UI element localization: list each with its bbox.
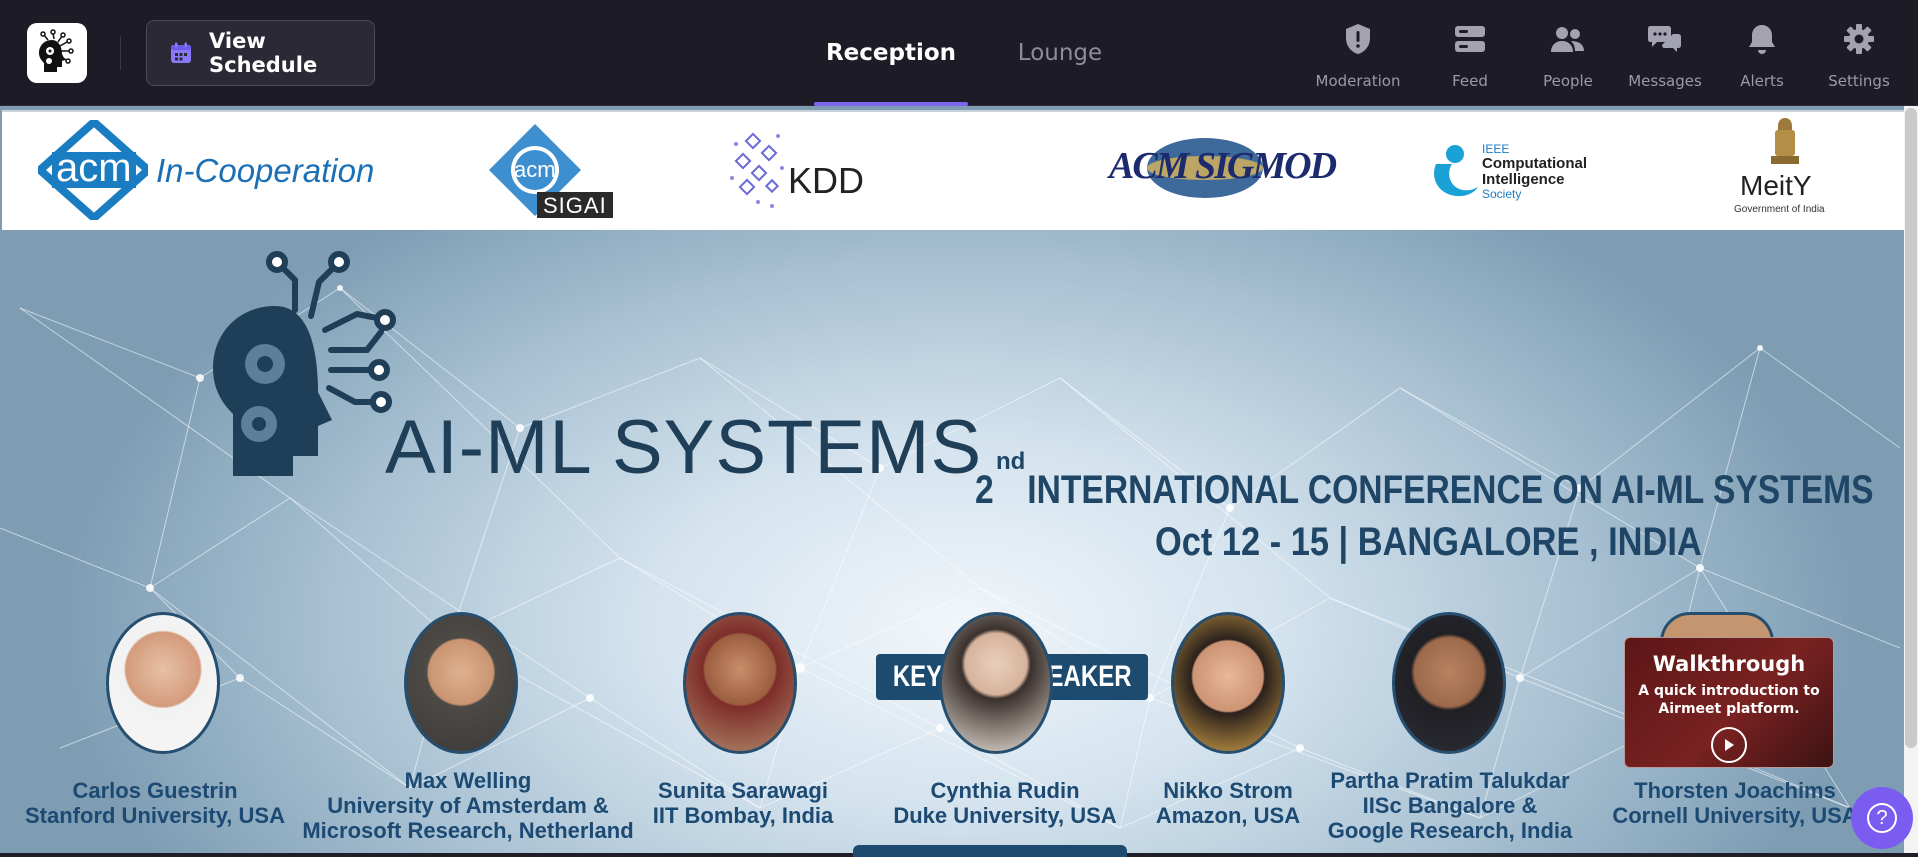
nav-label: Feed — [1452, 72, 1488, 90]
help-glyph: ? — [1876, 806, 1888, 829]
acm-wordmark: acm — [56, 146, 132, 190]
shield-icon — [1344, 20, 1372, 58]
conference-name: 2 INTERNATIONAL CONFERENCE ON AI-ML SYSTE… — [975, 468, 1874, 513]
nav-messages[interactable]: Messages — [1625, 20, 1705, 90]
speaker-affiliation: Duke University, USA — [893, 803, 1117, 828]
speaker-avatar — [939, 612, 1053, 754]
nav-moderation[interactable]: Moderation — [1308, 20, 1408, 90]
speaker-card: Partha Pratim Talukdar IISc Bangalore & … — [1320, 768, 1580, 843]
ieee-text: IEEE — [1482, 142, 1510, 156]
speaker-card: Max Welling University of Amsterdam & Mi… — [298, 768, 638, 843]
nav-label: Alerts — [1740, 72, 1784, 90]
speaker-avatar — [1171, 612, 1285, 754]
view-schedule-label: View Schedule — [209, 29, 318, 77]
sigmod-text: ACM SIGMOD — [1109, 145, 1337, 187]
speaker-affiliation: University of Amsterdam & — [327, 793, 609, 818]
speaker-name: Nikko Strom — [1163, 778, 1293, 803]
meity-text: MeitY — [1740, 170, 1812, 201]
acm-sigmod-logo: ACM SIGMOD — [1107, 130, 1337, 200]
kdd-logo: KDD — [728, 122, 878, 217]
tab-label: Lounge — [1017, 40, 1103, 66]
nav-label: Messages — [1628, 72, 1702, 90]
help-button[interactable]: ? — [1851, 787, 1913, 849]
event-logo[interactable] — [27, 23, 87, 83]
nav-label: People — [1543, 72, 1593, 90]
ieee-cis-logo: IEEE Computational Intelligence Society — [1430, 142, 1610, 212]
nav-feed[interactable]: Feed — [1430, 20, 1510, 90]
sigai-text: SIGAI — [543, 193, 607, 218]
speaker-avatar — [683, 612, 797, 754]
top-bar: View Schedule Reception Lounge Moderatio… — [0, 0, 1918, 106]
speaker-affiliation: IISc Bangalore & — [1362, 793, 1538, 818]
emblem-icon — [1771, 118, 1799, 164]
ordinal-number: 2 — [975, 468, 994, 512]
nav-people[interactable]: People — [1528, 20, 1608, 90]
walkthrough-line: Airmeet platform. — [1658, 701, 1800, 717]
ieee-line-2: Intelligence — [1482, 171, 1565, 188]
speaker-affiliation: IIT Bombay, India — [652, 803, 834, 828]
people-icon — [1551, 20, 1585, 58]
meity-subtext: Government of India — [1734, 204, 1825, 215]
meity-logo: MeitY Government of India — [1730, 116, 1840, 222]
speaker-card: Sunita Sarawagi IIT Bombay, India — [633, 778, 853, 828]
acm-in-cooperation-logo: acm In-Cooperation — [38, 120, 374, 220]
conference-line: INTERNATIONAL CONFERENCE ON AI-ML SYSTEM… — [1027, 468, 1874, 512]
event-title: AI-ML SYSTEMS — [385, 405, 983, 490]
event-banner: acm In-Cooperation acm SIGAI KDD ACM SIG… — [0, 106, 1904, 853]
speaker-avatar — [106, 612, 220, 754]
speaker-affiliation: Cornell University, USA — [1612, 803, 1858, 828]
view-schedule-button[interactable]: View Schedule — [146, 20, 375, 86]
speaker-name: Max Welling — [404, 768, 532, 793]
speaker-affiliation: Google Research, India — [1327, 818, 1573, 843]
nav-alerts[interactable]: Alerts — [1722, 20, 1802, 90]
walkthrough-line: A quick introduction to — [1638, 683, 1820, 699]
divider — [120, 36, 121, 70]
ai-head-logo-icon — [39, 29, 74, 72]
speaker-card: Carlos Guestrin Stanford University, USA — [20, 778, 290, 828]
tab-lounge[interactable]: Lounge — [1000, 0, 1120, 106]
in-cooperation-text: In-Cooperation — [156, 152, 375, 189]
walkthrough-description: A quick introduction to Airmeet platform… — [1625, 682, 1833, 718]
date-location: Oct 12 - 15 | BANGALORE , INDIA — [1155, 520, 1702, 564]
calendar-icon — [169, 41, 193, 65]
speaker-name: Carlos Guestrin — [72, 778, 238, 803]
speaker-avatar — [404, 612, 518, 754]
walkthrough-card[interactable]: Walkthrough A quick introduction to Airm… — [1624, 637, 1834, 768]
play-icon[interactable] — [1711, 727, 1747, 763]
speaker-name: Partha Pratim Talukdar — [1330, 768, 1570, 793]
messages-icon — [1647, 20, 1683, 58]
sponsor-logo-strip: acm In-Cooperation acm SIGAI KDD ACM SIG… — [2, 110, 1904, 230]
tab-label: Reception — [825, 40, 957, 66]
speaker-card: Nikko Strom Amazon, USA — [1133, 778, 1323, 828]
ieee-line-3: Society — [1482, 187, 1522, 201]
speaker-name: Thorsten Joachims — [1634, 778, 1836, 803]
tab-reception[interactable]: Reception — [814, 0, 968, 106]
speaker-affiliation: Stanford University, USA — [25, 803, 285, 828]
nav-label: Moderation — [1315, 72, 1401, 90]
speaker-avatar — [1392, 612, 1506, 754]
feed-icon — [1454, 20, 1486, 58]
nav-label: Settings — [1828, 72, 1890, 90]
gear-icon — [1843, 20, 1875, 58]
scrollbar-thumb[interactable] — [1905, 108, 1917, 748]
speaker-name: Cynthia Rudin — [930, 778, 1080, 803]
acm-sigai-logo: acm SIGAI — [487, 122, 627, 222]
walkthrough-title: Walkthrough — [1652, 652, 1806, 676]
speaker-affiliation: Microsoft Research, Netherland — [302, 818, 634, 843]
ieee-line-1: Computational — [1482, 155, 1587, 172]
sigai-acm-wordmark: acm — [514, 157, 556, 182]
nav-settings[interactable]: Settings — [1819, 20, 1899, 90]
bell-icon — [1748, 20, 1776, 58]
banner-bottom-tab — [853, 845, 1127, 857]
speaker-affiliation: Amazon, USA — [1155, 803, 1301, 828]
speaker-name: Sunita Sarawagi — [658, 778, 828, 803]
speaker-card: Thorsten Joachims Cornell University, US… — [1605, 778, 1865, 828]
kdd-text: KDD — [788, 160, 865, 201]
speaker-card: Cynthia Rudin Duke University, USA — [885, 778, 1125, 828]
